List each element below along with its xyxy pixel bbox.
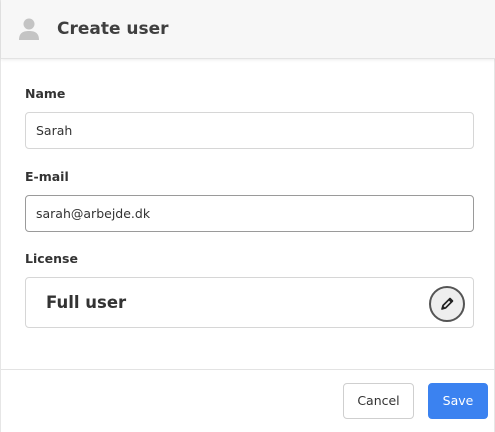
save-button[interactable]: Save	[428, 383, 488, 419]
license-field: Full user	[25, 277, 474, 328]
name-input[interactable]	[25, 112, 474, 149]
dialog-title: Create user	[57, 19, 169, 39]
user-icon	[19, 18, 39, 40]
create-user-dialog: Create user Name E-mail License Full use…	[0, 0, 495, 432]
dialog-header: Create user	[1, 0, 495, 59]
email-label: E-mail	[25, 169, 69, 184]
license-label: License	[25, 251, 78, 266]
email-input[interactable]	[25, 195, 474, 232]
name-label: Name	[25, 86, 66, 101]
license-value: Full user	[46, 293, 127, 312]
cancel-button[interactable]: Cancel	[343, 383, 414, 419]
footer-divider	[1, 369, 495, 370]
edit-license-button[interactable]	[429, 286, 465, 322]
